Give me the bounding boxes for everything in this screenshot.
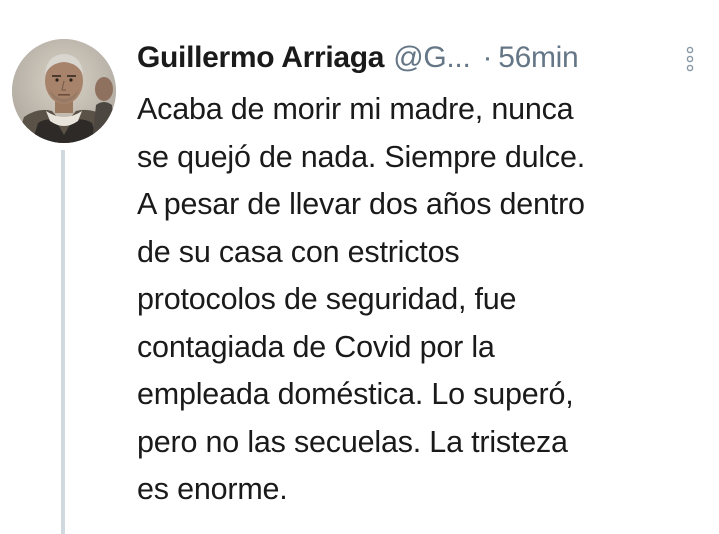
author-handle[interactable]: @G... [393, 41, 471, 75]
tweet-header: Guillermo Arriaga @G... · 56min [137, 38, 579, 78]
tweet[interactable]: Guillermo Arriaga @G... · 56min Acaba de… [0, 0, 719, 534]
header-separator: · [482, 41, 493, 74]
tweet-text-line: es enorme. [137, 472, 288, 506]
tweet-text-line: se quejó de nada. Siempre dulce. [137, 139, 586, 174]
tweet-text-line: pero no las secuelas. La tristeza [137, 424, 568, 459]
avatar-photo [12, 39, 116, 143]
more-vertical-icon[interactable] [685, 44, 695, 74]
tweet-text-line: empleada doméstica. Lo superó, [137, 377, 574, 411]
author-display-name[interactable]: Guillermo Arriaga [137, 41, 385, 75]
tweet-text-line: Acaba de morir mi madre, nunca [137, 92, 574, 126]
thread-line [61, 150, 65, 534]
tweet-text-line: protocolos de seguridad, fue [137, 282, 517, 316]
avatar[interactable] [12, 39, 116, 143]
tweet-text-line: de su casa con estrictos [137, 234, 460, 269]
tweet-text-line: A pesar de llevar dos años dentro [137, 187, 585, 221]
tweet-text-line: contagiada de Covid por la [137, 329, 495, 364]
tweet-text: Acaba de morir mi madre, nunca se quejó … [137, 86, 707, 514]
timestamp[interactable]: 56min [498, 41, 579, 75]
